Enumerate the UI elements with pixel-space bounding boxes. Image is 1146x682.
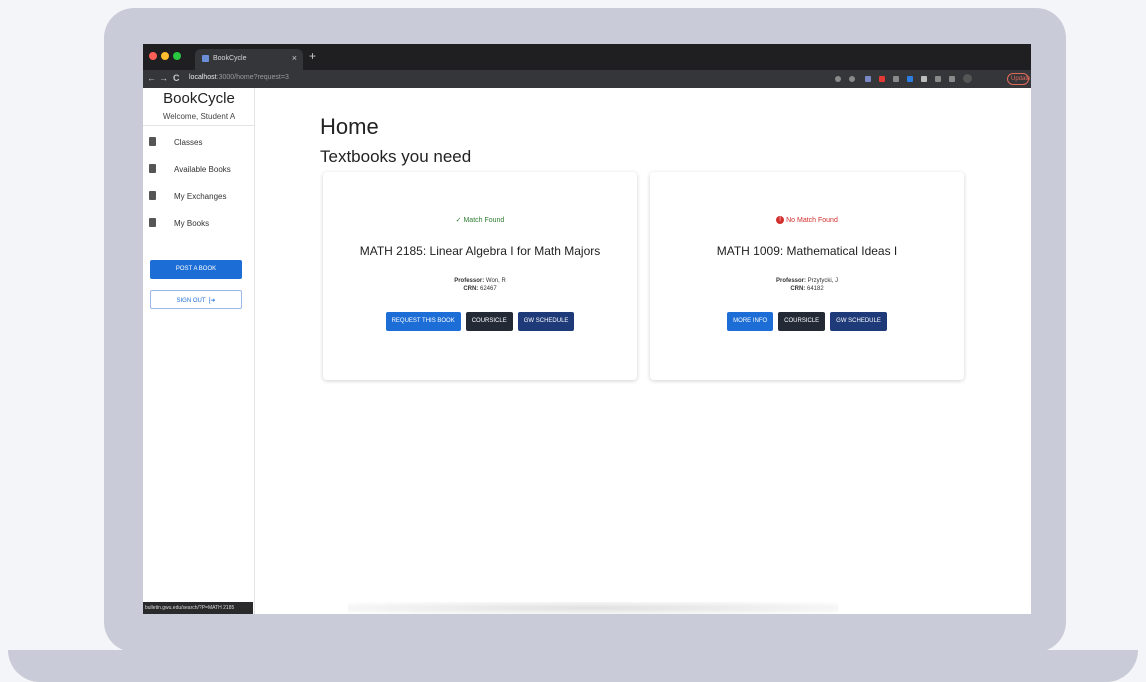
browser-window: BookCycle × + ← → C localhost:3000/home?… — [143, 44, 1031, 614]
book-icon — [149, 137, 156, 146]
crn-value: 62467 — [479, 286, 497, 292]
divider — [143, 125, 255, 126]
tab-title: BookCycle — [213, 55, 247, 62]
tab-bar: BookCycle × + — [143, 44, 1031, 70]
extension-icon[interactable] — [893, 76, 899, 82]
sign-out-button[interactable]: SIGN OUT [➔ — [150, 290, 242, 309]
url-path: :3000/home?request=3 — [216, 74, 289, 81]
gw-schedule-button[interactable]: GW SCHEDULE — [830, 312, 887, 331]
match-status-label: No Match Found — [786, 216, 838, 224]
books-icon — [149, 191, 156, 200]
forward-icon[interactable]: → — [159, 73, 168, 83]
course-title: MATH 2185: Linear Algebra I for Math Maj… — [359, 244, 601, 258]
book-icon — [149, 164, 156, 173]
update-button[interactable]: Update — [1007, 73, 1030, 85]
address-bar: ← → C localhost:3000/home?request=3 Upda… — [143, 70, 1031, 88]
crn-line: CRN: 64182 — [650, 286, 964, 292]
course-title: MATH 1009: Mathematical Ideas I — [716, 244, 898, 258]
close-window-button[interactable] — [149, 52, 157, 60]
match-status: ! No Match Found — [650, 216, 964, 224]
professor-line: Professor: Przytycki, J — [650, 278, 964, 284]
laptop-base — [8, 650, 1138, 682]
crn-line: CRN: 62467 — [323, 286, 637, 292]
sidebar-item-label: My Books — [174, 219, 210, 228]
sidebar-item-available-books[interactable]: Available Books — [143, 159, 255, 181]
request-this-book-button[interactable]: REQUEST THIS BOOK — [385, 312, 461, 331]
link-status-bar: bulletin.gwu.edu/search/?P=MATH 2185 — [143, 602, 253, 614]
extensions-puzzle-icon[interactable] — [921, 76, 927, 82]
page-title: Home — [320, 114, 379, 139]
sidebar-item-my-books[interactable]: My Books — [143, 213, 255, 235]
extension-icon[interactable] — [865, 76, 871, 82]
section-title: Textbooks you need — [320, 147, 472, 166]
youtube-extension-icon[interactable] — [879, 76, 885, 82]
app-brand: BookCycle — [163, 90, 235, 107]
card-actions: MORE INFO COURSICLE GW SCHEDULE — [650, 312, 964, 331]
maximize-window-button[interactable] — [173, 52, 181, 60]
profile-avatar[interactable] — [963, 74, 972, 83]
back-icon[interactable]: ← — [147, 73, 156, 83]
sidebar-item-label: Classes — [174, 138, 203, 147]
logout-icon: [➔ — [207, 298, 216, 304]
coursicle-button[interactable]: COURSICLE — [465, 312, 513, 331]
professor-name: Przytycki, J — [807, 278, 839, 284]
more-info-button[interactable]: MORE INFO — [727, 312, 774, 331]
textbook-card: ✓ Match Found MATH 2185: Linear Algebra … — [323, 172, 637, 380]
sidebar: BookCycle Welcome, Student A Classes Ava… — [143, 88, 255, 614]
side-panel-icon[interactable] — [949, 76, 955, 82]
gw-schedule-button[interactable]: GW SCHEDULE — [517, 312, 575, 331]
post-a-book-button[interactable]: POST A BOOK — [150, 260, 242, 279]
professor-name: Won, R — [485, 278, 506, 284]
sidebar-item-classes[interactable]: Classes — [143, 132, 255, 154]
textbook-card: ! No Match Found MATH 1009: Mathematical… — [650, 172, 964, 380]
share-icon[interactable] — [835, 76, 841, 82]
coursicle-button[interactable]: COURSICLE — [778, 312, 826, 331]
url-field[interactable]: localhost:3000/home?request=3 — [189, 74, 289, 81]
crn-value: 64182 — [806, 286, 824, 292]
favicon-icon — [202, 55, 209, 62]
reading-list-icon[interactable] — [935, 76, 941, 82]
bottom-shadow — [348, 602, 838, 614]
tab-close-icon[interactable]: × — [292, 53, 297, 63]
sign-out-label: SIGN OUT — [176, 298, 206, 304]
professor-label: Professor: — [775, 278, 806, 284]
professor-line: Professor: Won, R — [323, 278, 637, 284]
extension-icon[interactable] — [907, 76, 913, 82]
minimize-window-button[interactable] — [161, 52, 169, 60]
new-tab-icon[interactable]: + — [309, 49, 316, 63]
browser-tab[interactable]: BookCycle × — [195, 49, 303, 70]
card-actions: REQUEST THIS BOOK COURSICLE GW SCHEDULE — [323, 312, 637, 331]
crn-label: CRN: — [463, 286, 479, 292]
url-host: localhost — [189, 74, 217, 81]
reload-icon[interactable]: C — [173, 73, 180, 83]
sidebar-item-label: My Exchanges — [174, 192, 227, 201]
professor-label: Professor: — [454, 278, 485, 284]
crn-label: CRN: — [790, 286, 806, 292]
sidebar-item-label: Available Books — [174, 165, 231, 174]
error-icon: ! — [776, 216, 785, 224]
sidebar-item-my-exchanges[interactable]: My Exchanges — [143, 186, 255, 208]
match-status: ✓ Match Found — [455, 217, 505, 224]
welcome-text: Welcome, Student A — [162, 112, 236, 121]
bookmark-star-icon[interactable] — [849, 76, 855, 82]
book-icon — [149, 218, 156, 227]
